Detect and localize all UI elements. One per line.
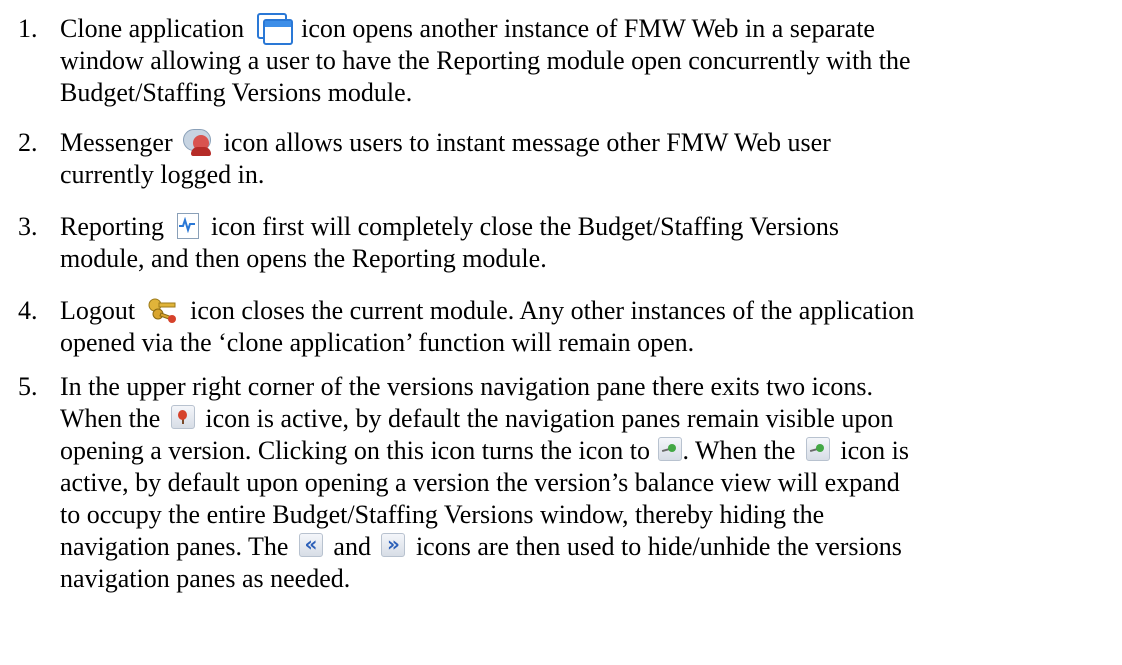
list-item-line: currently logged in. xyxy=(60,160,265,189)
list-number: 3. xyxy=(18,212,38,241)
list-item-line: module, and then opens the Reporting mod… xyxy=(60,244,547,273)
pin-green-icon xyxy=(658,437,683,462)
list-item-line: Logout icon closes the current module. A… xyxy=(60,295,915,325)
document-page: 1. Clone application icon opens another … xyxy=(0,0,1122,665)
list-item-line: navigation panes as needed. xyxy=(60,564,351,593)
list-item-line: Clone application icon opens another ins… xyxy=(60,11,875,48)
list-number: 4. xyxy=(18,296,38,325)
clone-application-icon xyxy=(255,11,293,46)
list-number: 2. xyxy=(18,128,38,157)
list-item-line: window allowing a user to have the Repor… xyxy=(60,46,911,75)
list-item-line: navigation panes. The « and » icons are … xyxy=(60,532,902,561)
list-item-line: In the upper right corner of the version… xyxy=(60,372,873,401)
list-number: 5. xyxy=(18,372,38,401)
messenger-icon xyxy=(183,127,213,157)
list-item-line: opening a version. Clicking on this icon… xyxy=(60,436,909,465)
list-item-line: Budget/Staffing Versions module. xyxy=(60,78,413,107)
list-number: 1. xyxy=(18,14,38,43)
list-item-line: Messenger icon allows users to instant m… xyxy=(60,127,831,157)
list-item-line: opened via the ‘clone application’ funct… xyxy=(60,328,695,357)
list-item-line: When the icon is active, by default the … xyxy=(60,404,894,433)
list-item-line: to occupy the entire Budget/Staffing Ver… xyxy=(60,500,825,529)
list-item-line: active, by default upon opening a versio… xyxy=(60,468,900,497)
list-item-line: Reporting icon first will completely clo… xyxy=(60,211,839,241)
pin-green-icon xyxy=(805,437,830,462)
reporting-icon xyxy=(175,211,201,241)
double-chevron-left-icon: « xyxy=(298,533,323,558)
logout-keys-icon xyxy=(146,295,180,325)
double-chevron-right-icon: » xyxy=(381,533,406,558)
pin-red-icon xyxy=(170,405,195,430)
